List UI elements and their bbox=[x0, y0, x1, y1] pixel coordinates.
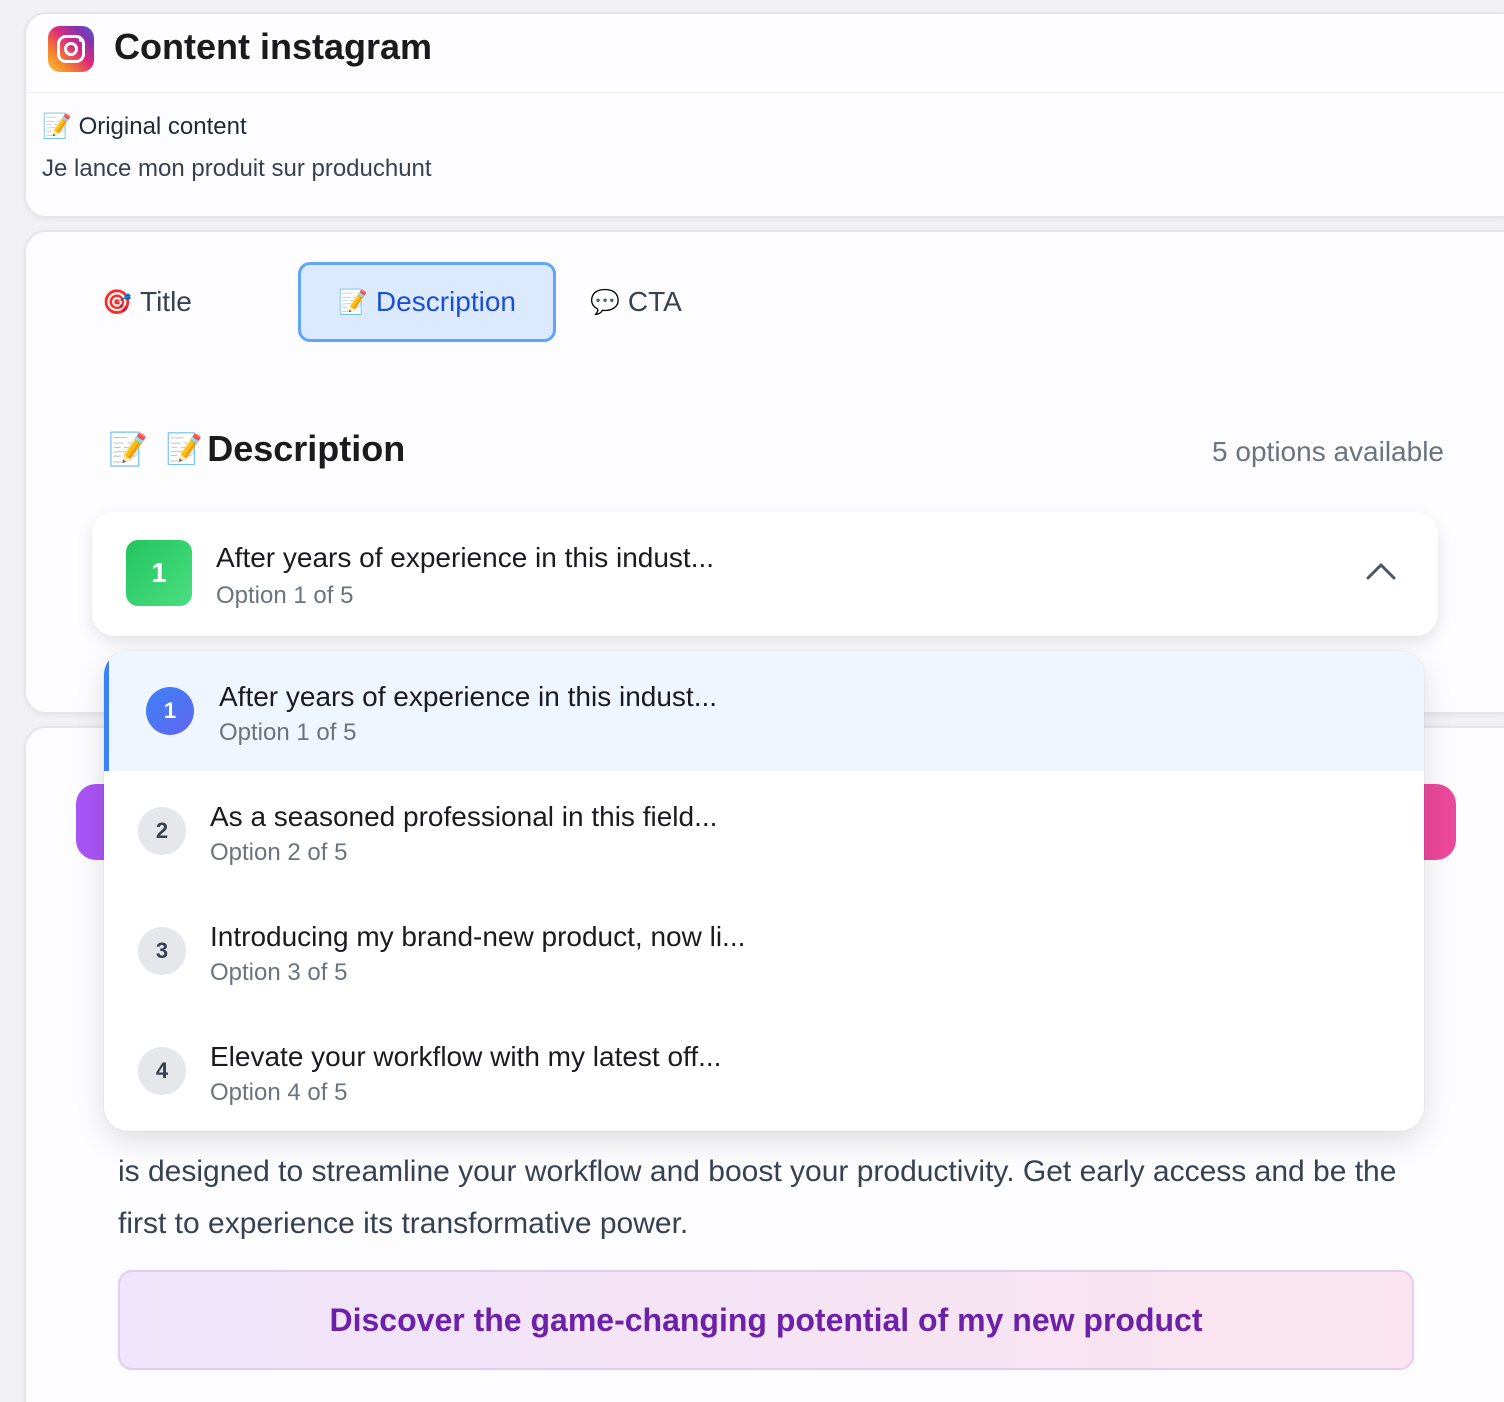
option-sub: Option 1 of 5 bbox=[219, 719, 357, 746]
memo-icon: 📝 bbox=[108, 431, 148, 467]
tab-cta[interactable]: 💬 CTA bbox=[566, 262, 706, 342]
option-text: Introducing my brand-new product, now li… bbox=[210, 921, 746, 952]
option-text: Elevate your workflow with my latest off… bbox=[210, 1041, 722, 1072]
memo-icon: 📝 bbox=[165, 432, 204, 466]
target-icon: 🎯 bbox=[102, 288, 133, 316]
selected-option-sub: Option 1 of 5 bbox=[216, 582, 354, 609]
instagram-icon bbox=[48, 26, 94, 72]
option-number-badge: 3 bbox=[138, 927, 186, 975]
tab-label: Title bbox=[140, 286, 192, 317]
chevron-up-icon[interactable] bbox=[1364, 554, 1398, 588]
tab-description[interactable]: 📝 Description bbox=[298, 262, 556, 342]
option-number-badge: 4 bbox=[138, 1047, 186, 1095]
page-title: Content instagram bbox=[114, 26, 433, 67]
original-content-label: 📝 Original content bbox=[42, 113, 247, 140]
option-number-badge: 2 bbox=[138, 807, 186, 855]
option-sub: Option 4 of 5 bbox=[210, 1079, 348, 1106]
speech-bubble-icon: 💬 bbox=[590, 288, 620, 316]
option-text: As a seasoned professional in this field… bbox=[210, 801, 718, 832]
memo-icon: 📝 bbox=[42, 113, 72, 140]
tabs-card: 🎯 Title 📝 Description 💬 CTA 📝 📝 Descript… bbox=[24, 230, 1504, 714]
option-select[interactable]: 1 After years of experience in this indu… bbox=[92, 512, 1438, 636]
dropdown-option[interactable]: 2 As a seasoned professional in this fie… bbox=[104, 771, 1424, 891]
option-number-badge: 1 bbox=[146, 687, 194, 735]
tab-title[interactable]: 🎯 Title bbox=[28, 262, 266, 342]
section-title: 📝 📝 Description bbox=[108, 428, 406, 469]
divider bbox=[26, 92, 1504, 93]
options-dropdown: 1 After years of experience in this indu… bbox=[104, 651, 1424, 1131]
selected-option-text: After years of experience in this indust… bbox=[216, 542, 715, 573]
cta-preview: Discover the game-changing potential of … bbox=[118, 1270, 1414, 1370]
tab-label: CTA bbox=[627, 286, 682, 317]
option-sub: Option 2 of 5 bbox=[210, 839, 348, 866]
dropdown-option[interactable]: 4 Elevate your workflow with my latest o… bbox=[104, 1011, 1424, 1131]
memo-icon: 📝 bbox=[338, 288, 368, 316]
description-preview: is designed to streamline your workflow … bbox=[118, 1155, 1397, 1240]
dropdown-option[interactable]: 1 After years of experience in this indu… bbox=[104, 651, 1424, 771]
option-text: After years of experience in this indust… bbox=[219, 681, 718, 712]
options-count: 5 options available bbox=[1212, 436, 1444, 467]
option-number-badge: 1 bbox=[126, 540, 192, 606]
original-content-text: Je lance mon produit sur produchunt bbox=[42, 155, 432, 182]
option-sub: Option 3 of 5 bbox=[210, 959, 348, 986]
tab-label: Description bbox=[375, 286, 516, 317]
dropdown-option[interactable]: 3 Introducing my brand-new product, now … bbox=[104, 891, 1424, 1011]
header-card: Content instagram 📝 Original content Je … bbox=[24, 12, 1504, 218]
